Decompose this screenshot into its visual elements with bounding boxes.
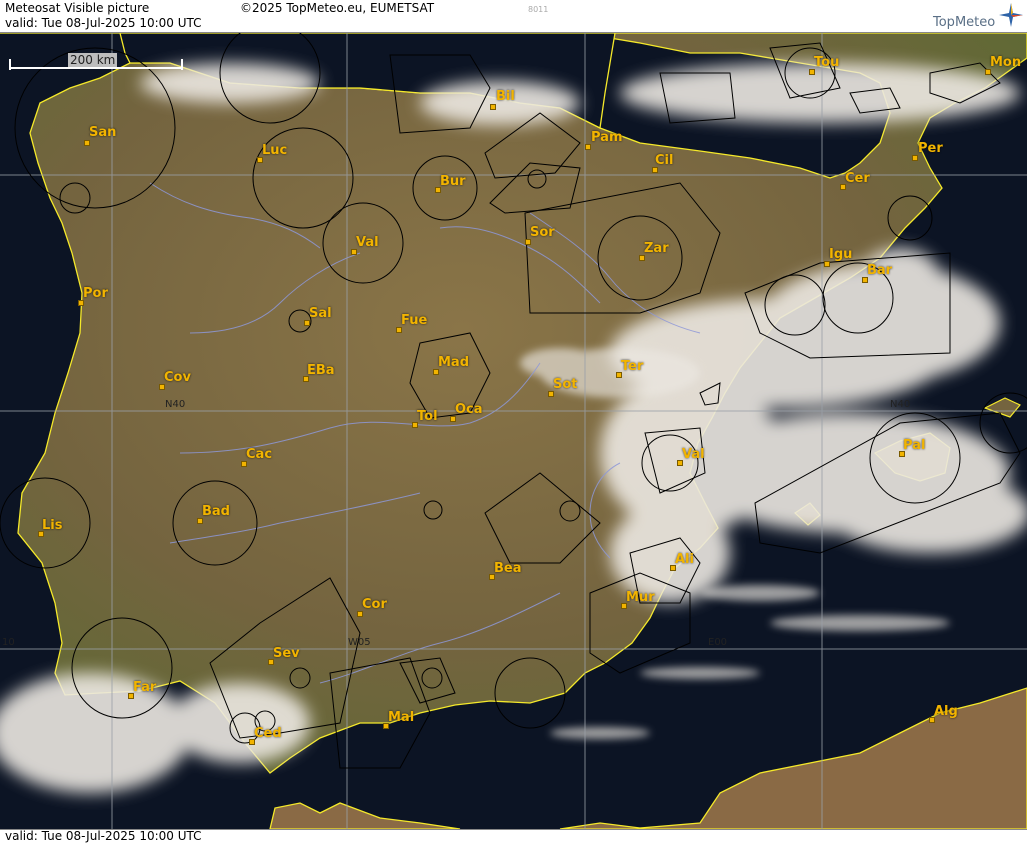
product-code: 8011	[528, 5, 549, 14]
city-label-ced[interactable]: Ced	[254, 726, 282, 741]
grid-label-w10: 10	[2, 637, 15, 648]
city-label-ali[interactable]: Ali	[675, 552, 694, 567]
city-label-tol[interactable]: Tol	[417, 409, 438, 424]
city-label-cac[interactable]: Cac	[246, 447, 272, 462]
city-label-per[interactable]: Per	[918, 141, 943, 156]
city-label-val-east[interactable]: Val	[682, 447, 705, 462]
footer-bar: valid: Tue 08-Jul-2025 10:00 UTC	[0, 829, 1027, 844]
city-label-tou[interactable]: Tou	[814, 55, 839, 70]
satellite-viewer: Meteosat Visible picture ©2025 TopMeteo.…	[0, 0, 1027, 844]
brand-name[interactable]: TopMeteo	[933, 15, 995, 30]
city-label-pal[interactable]: Pal	[903, 438, 925, 453]
city-label-san[interactable]: San	[89, 125, 116, 140]
city-label-cil[interactable]: Cil	[655, 153, 673, 168]
city-label-cor[interactable]: Cor	[362, 597, 387, 612]
city-label-mur[interactable]: Mur	[626, 590, 655, 605]
city-label-mad[interactable]: Mad	[438, 355, 469, 370]
city-label-por[interactable]: Por	[83, 286, 108, 301]
header-bar: Meteosat Visible picture ©2025 TopMeteo.…	[0, 0, 1027, 33]
city-label-pam[interactable]: Pam	[591, 130, 623, 145]
image-title: Meteosat Visible picture	[5, 1, 150, 15]
city-label-eba[interactable]: EBa	[307, 363, 335, 378]
grid-label-n40-west: N40	[165, 399, 186, 410]
city-label-sot[interactable]: Sot	[553, 377, 578, 392]
city-label-zar[interactable]: Zar	[644, 241, 669, 256]
city-label-cer[interactable]: Cer	[845, 171, 870, 186]
city-label-mal[interactable]: Mal	[388, 710, 414, 725]
city-label-mon[interactable]: Mon	[990, 55, 1021, 70]
grid-label-e00: E00	[708, 637, 728, 648]
city-label-sev[interactable]: Sev	[273, 646, 300, 661]
city-label-lis[interactable]: Lis	[42, 518, 62, 533]
city-label-val-north[interactable]: Val	[356, 235, 379, 250]
city-label-ter[interactable]: Ter	[621, 359, 643, 374]
city-label-sor[interactable]: Sor	[530, 225, 555, 240]
city-label-far[interactable]: Far	[133, 680, 156, 695]
topmeteo-logo-icon[interactable]	[998, 2, 1024, 28]
city-label-fue[interactable]: Fue	[401, 313, 427, 328]
city-label-bea[interactable]: Bea	[494, 561, 522, 576]
footer-valid-time: valid: Tue 08-Jul-2025 10:00 UTC	[5, 829, 202, 843]
city-label-oca[interactable]: Oca	[455, 402, 483, 417]
city-label-alg[interactable]: Alg	[934, 704, 958, 719]
city-label-bad[interactable]: Bad	[202, 504, 230, 519]
satellite-map[interactable]: 200 km N40 N40 W05 E00 10 San Luc Bil To…	[0, 33, 1027, 829]
city-marker-san[interactable]	[84, 140, 90, 146]
city-label-bur[interactable]: Bur	[440, 174, 466, 189]
map-layer	[0, 33, 1027, 829]
city-marker-bil[interactable]	[490, 104, 496, 110]
city-label-bar[interactable]: Bar	[867, 263, 892, 278]
city-label-cov[interactable]: Cov	[164, 370, 191, 385]
city-label-sal[interactable]: Sal	[309, 306, 332, 321]
valid-time: valid: Tue 08-Jul-2025 10:00 UTC	[5, 16, 202, 30]
city-label-igu[interactable]: Igu	[829, 247, 852, 262]
copyright-text: ©2025 TopMeteo.eu, EUMETSAT	[240, 1, 435, 15]
grid-label-w05: W05	[348, 637, 371, 648]
scale-label: 200 km	[68, 53, 118, 67]
grid-label-n40-east: N40	[890, 399, 911, 410]
city-label-luc[interactable]: Luc	[262, 143, 287, 158]
city-label-bil[interactable]: Bil	[496, 89, 515, 104]
